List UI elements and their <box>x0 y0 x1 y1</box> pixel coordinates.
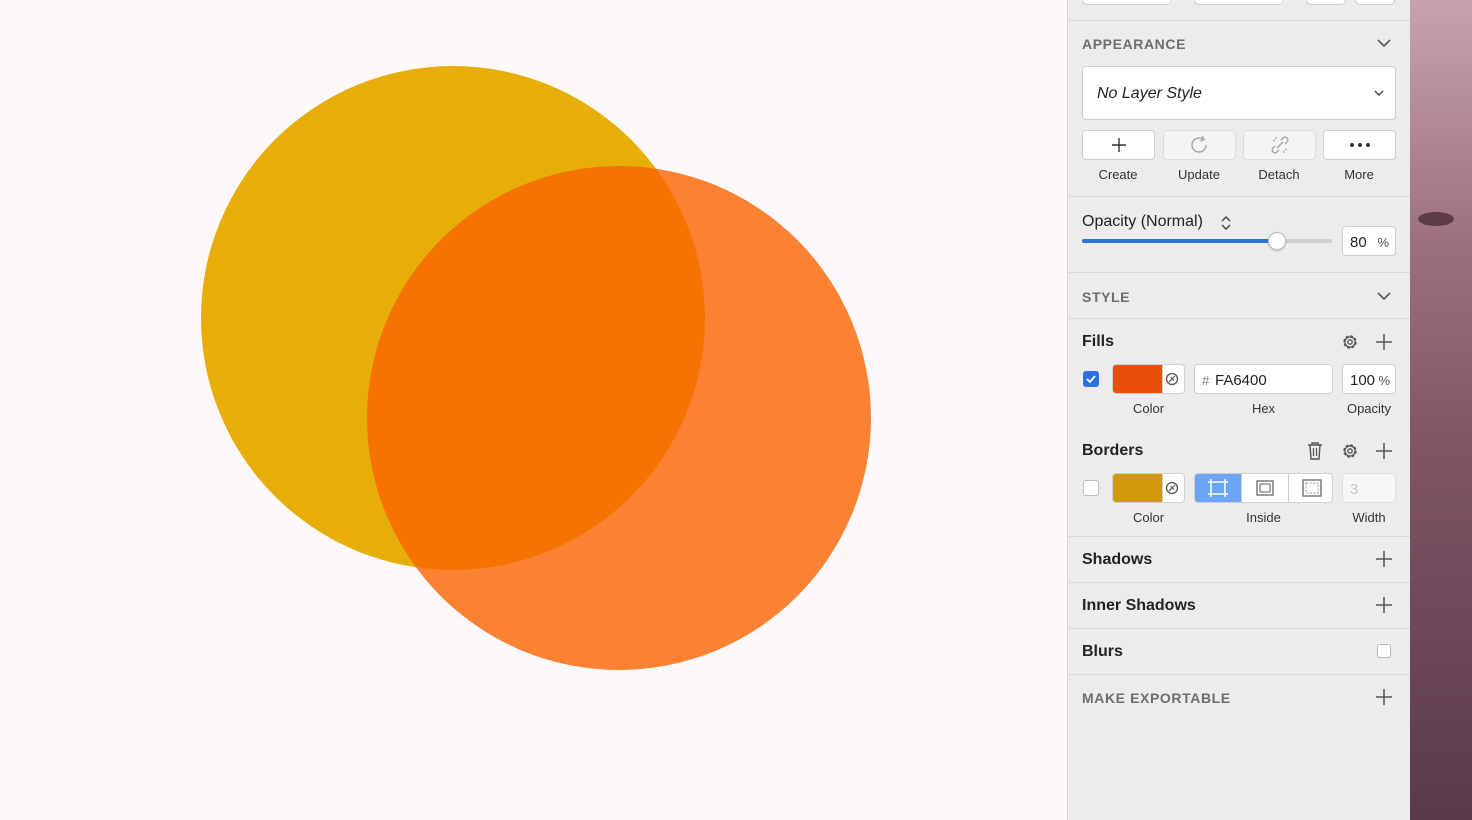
top-control-3[interactable] <box>1306 0 1346 5</box>
ellipsis-icon <box>1349 143 1370 147</box>
chevron-down-icon <box>1374 90 1384 96</box>
chevron-down-icon[interactable] <box>1376 35 1392 51</box>
border-position-segmented-control <box>1194 473 1333 503</box>
opacity-slider-fill <box>1082 239 1277 243</box>
hex-value: FA6400 <box>1215 372 1267 389</box>
more-label: More <box>1344 167 1374 182</box>
fill-opacity-caption: Opacity <box>1346 401 1392 416</box>
canvas-artwork <box>201 66 871 670</box>
fill-opacity-input[interactable]: 100 % <box>1342 364 1396 394</box>
borders-title: Borders <box>1082 442 1144 459</box>
opacity-value: 80 <box>1350 234 1367 251</box>
update-style-button[interactable] <box>1163 130 1236 160</box>
color-variable-icon[interactable] <box>1164 480 1180 496</box>
appearance-title: APPEARANCE <box>1082 36 1187 52</box>
plus-icon <box>1111 138 1126 152</box>
layer-style-value: No Layer Style <box>1097 85 1202 102</box>
add-fill-icon[interactable] <box>1375 333 1393 351</box>
border-color-caption: Color <box>1132 510 1165 525</box>
top-control-1[interactable] <box>1082 0 1172 5</box>
opacity-unit: % <box>1377 235 1389 250</box>
layer-style-dropdown[interactable]: No Layer Style <box>1082 66 1396 120</box>
add-border-icon[interactable] <box>1375 442 1393 460</box>
blend-mode-stepper-icon[interactable] <box>1220 214 1232 232</box>
border-center-icon <box>1208 479 1228 497</box>
top-control-2[interactable] <box>1194 0 1284 5</box>
design-canvas[interactable] <box>0 0 1067 820</box>
create-label: Create <box>1098 167 1138 182</box>
trash-icon[interactable] <box>1306 441 1324 461</box>
orange-circle-layer[interactable] <box>367 166 871 670</box>
create-style-button[interactable] <box>1082 130 1155 160</box>
divider <box>1069 196 1410 197</box>
border-position-caption: Inside <box>1246 510 1281 525</box>
fill-opacity-value: 100 <box>1350 372 1376 389</box>
border-color-well[interactable] <box>1112 473 1185 503</box>
more-style-button[interactable] <box>1323 130 1396 160</box>
fill-hex-input[interactable]: # FA6400 <box>1194 364 1333 394</box>
unlink-icon <box>1270 136 1289 154</box>
border-center-option[interactable] <box>1195 474 1241 502</box>
border-outside-option[interactable] <box>1289 474 1332 502</box>
color-variable-icon[interactable] <box>1164 371 1180 387</box>
opacity-label: Opacity (Normal) <box>1082 213 1203 230</box>
fill-enabled-checkbox[interactable] <box>1083 371 1099 387</box>
opacity-input[interactable]: 80 % <box>1342 226 1396 256</box>
opacity-slider-knob[interactable] <box>1267 232 1286 250</box>
detach-style-button[interactable] <box>1243 130 1316 160</box>
fill-color-swatch[interactable] <box>1113 365 1163 393</box>
divider <box>1069 628 1410 629</box>
divider <box>1069 582 1410 583</box>
refresh-icon <box>1190 135 1207 153</box>
blur-enabled-checkbox[interactable] <box>1377 644 1391 658</box>
add-inner-shadow-icon[interactable] <box>1375 596 1393 614</box>
chevron-down-icon[interactable] <box>1376 288 1392 304</box>
fill-hex-caption: Hex <box>1251 401 1276 416</box>
fill-color-well[interactable] <box>1112 364 1185 394</box>
divider <box>1069 318 1410 319</box>
desktop-wallpaper <box>1410 0 1472 820</box>
gear-icon[interactable] <box>1340 441 1360 461</box>
divider <box>1069 674 1410 675</box>
border-enabled-checkbox[interactable] <box>1083 480 1099 496</box>
make-exportable-title: MAKE EXPORTABLE <box>1082 690 1231 706</box>
update-label: Update <box>1178 167 1220 182</box>
style-title: STYLE <box>1082 289 1131 305</box>
top-control-4[interactable] <box>1355 0 1395 5</box>
add-shadow-icon[interactable] <box>1375 550 1393 568</box>
hex-prefix: # <box>1202 373 1210 388</box>
border-inside-icon <box>1256 480 1274 496</box>
border-width-caption: Width <box>1352 510 1386 525</box>
inspector-panel: APPEARANCE No Layer Style Create Update … <box>1067 0 1410 820</box>
border-width-placeholder: 3 <box>1350 481 1359 498</box>
divider <box>1069 20 1410 21</box>
border-outside-icon <box>1302 479 1322 497</box>
fill-opacity-unit: % <box>1378 373 1390 388</box>
checkmark-icon <box>1086 375 1096 384</box>
shadows-title: Shadows <box>1082 551 1153 568</box>
wallpaper-rock <box>1418 212 1454 226</box>
border-inside-option[interactable] <box>1242 474 1288 502</box>
border-width-input[interactable]: 3 <box>1342 473 1396 503</box>
blurs-title: Blurs <box>1082 643 1123 660</box>
detach-label: Detach <box>1258 167 1300 182</box>
inner-shadows-title: Inner Shadows <box>1082 597 1196 614</box>
gear-icon[interactable] <box>1340 332 1360 352</box>
fill-color-caption: Color <box>1132 401 1165 416</box>
opacity-slider[interactable] <box>1082 232 1332 250</box>
add-export-icon[interactable] <box>1375 688 1393 706</box>
border-color-swatch[interactable] <box>1113 474 1163 502</box>
divider <box>1069 272 1410 273</box>
fills-title: Fills <box>1082 333 1115 350</box>
divider <box>1069 536 1410 537</box>
